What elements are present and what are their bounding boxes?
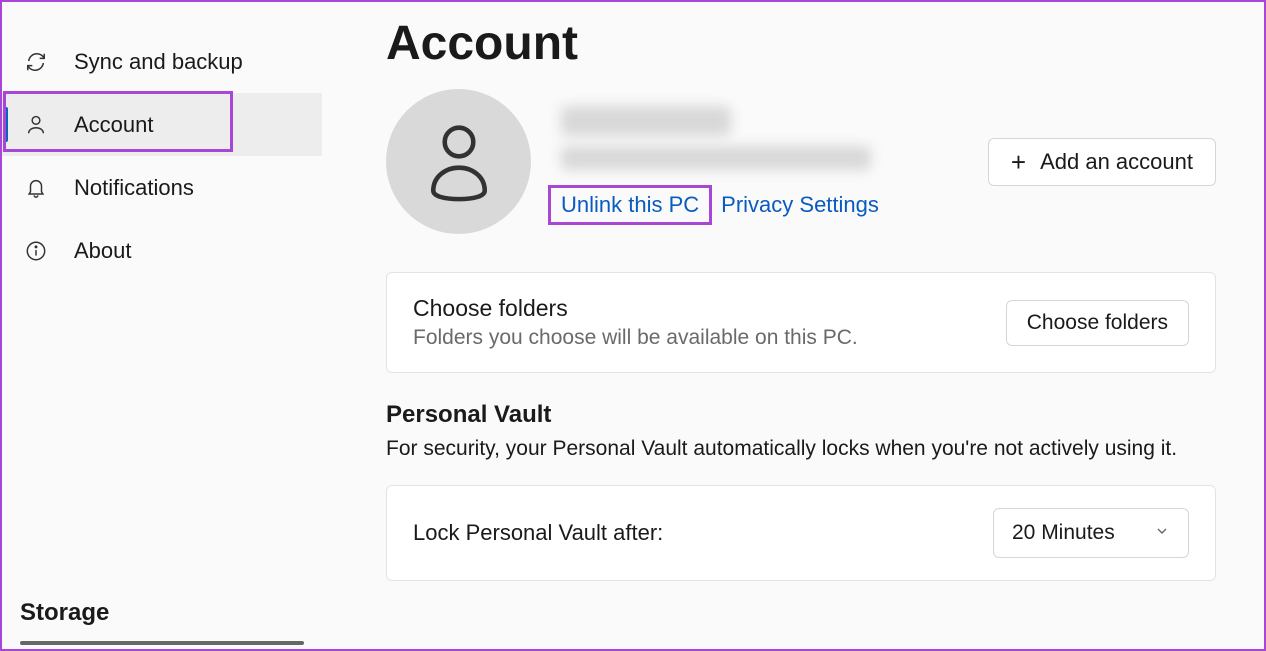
choose-folders-card: Choose folders Folders you choose will b… (386, 272, 1216, 373)
storage-heading: Storage (2, 599, 322, 627)
person-icon (24, 113, 48, 137)
lock-vault-label: Lock Personal Vault after: (413, 520, 663, 546)
lock-vault-card: Lock Personal Vault after: 20 Minutes (386, 485, 1216, 581)
account-name-redacted (561, 106, 731, 136)
account-email-redacted (561, 146, 871, 170)
avatar (386, 89, 531, 234)
personal-vault-title: Personal Vault (386, 401, 1216, 429)
sidebar: Sync and backup Account Notifications (2, 2, 322, 649)
sidebar-item-account[interactable]: Account (2, 93, 322, 156)
sidebar-item-notifications[interactable]: Notifications (2, 156, 322, 219)
chevron-down-icon (1154, 521, 1170, 545)
add-account-button[interactable]: + Add an account (988, 138, 1216, 186)
choose-folders-subtitle: Folders you choose will be available on … (413, 326, 858, 350)
sidebar-item-label: About (74, 238, 132, 264)
personal-vault-desc: For security, your Personal Vault automa… (386, 437, 1216, 461)
page-title: Account (386, 16, 1216, 71)
account-info: Unlink this PC Privacy Settings (561, 106, 988, 218)
lock-vault-value: 20 Minutes (1012, 521, 1115, 545)
main-content: Account Unlink this PC Privacy Settings … (322, 2, 1264, 649)
sidebar-item-sync-and-backup[interactable]: Sync and backup (2, 30, 322, 93)
bell-icon (24, 176, 48, 200)
storage-bar (20, 641, 304, 645)
choose-folders-title: Choose folders (413, 295, 858, 322)
sidebar-item-about[interactable]: About (2, 219, 322, 282)
privacy-settings-link[interactable]: Privacy Settings (721, 192, 879, 218)
info-icon (24, 239, 48, 263)
choose-folders-button[interactable]: Choose folders (1006, 300, 1189, 346)
account-row: Unlink this PC Privacy Settings + Add an… (386, 89, 1216, 234)
lock-vault-select[interactable]: 20 Minutes (993, 508, 1189, 558)
plus-icon: + (1011, 149, 1026, 175)
add-account-label: Add an account (1040, 149, 1193, 175)
sidebar-item-label: Sync and backup (74, 49, 243, 75)
sidebar-item-label: Account (74, 112, 154, 138)
sync-icon (24, 50, 48, 74)
sidebar-item-label: Notifications (74, 175, 194, 201)
unlink-this-pc-link[interactable]: Unlink this PC (548, 185, 712, 225)
